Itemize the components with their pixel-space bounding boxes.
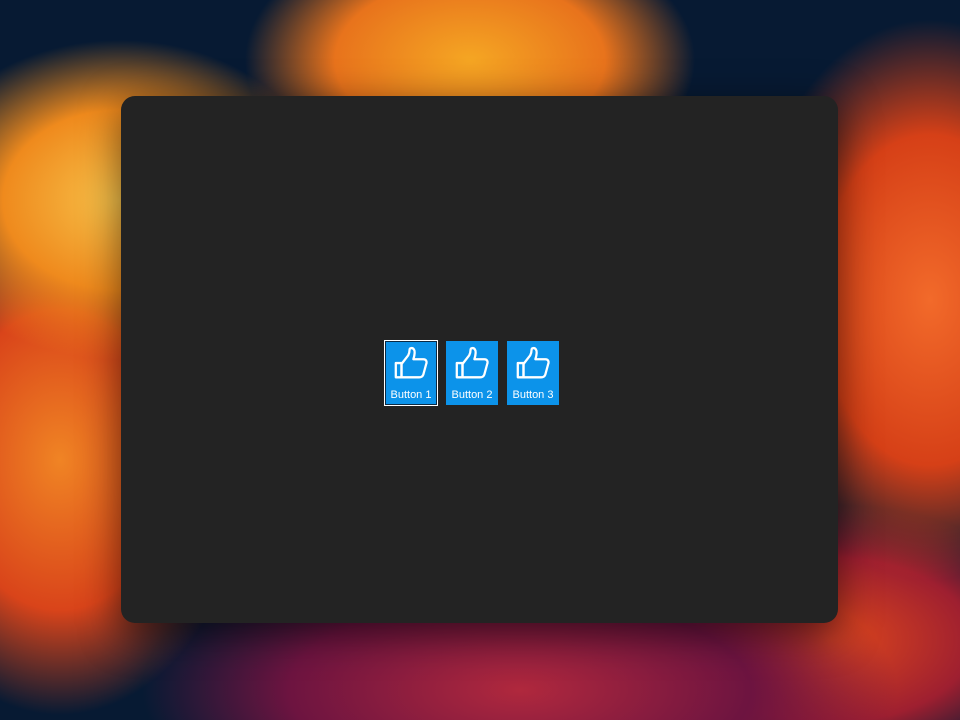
button-3[interactable]: Button 3 [507,341,559,405]
app-window: Button 1 Button 2 Button 3 [121,96,838,623]
button-1[interactable]: Button 1 [384,340,438,406]
thumbs-up-icon [394,346,428,379]
thumbs-up-icon [516,346,550,379]
button-2[interactable]: Button 2 [446,341,498,405]
button-label: Button 1 [390,389,432,401]
button-label: Button 3 [512,389,554,401]
button-label: Button 2 [451,389,493,401]
button-row: Button 1 Button 2 Button 3 [384,340,559,406]
thumbs-up-icon [455,346,489,379]
